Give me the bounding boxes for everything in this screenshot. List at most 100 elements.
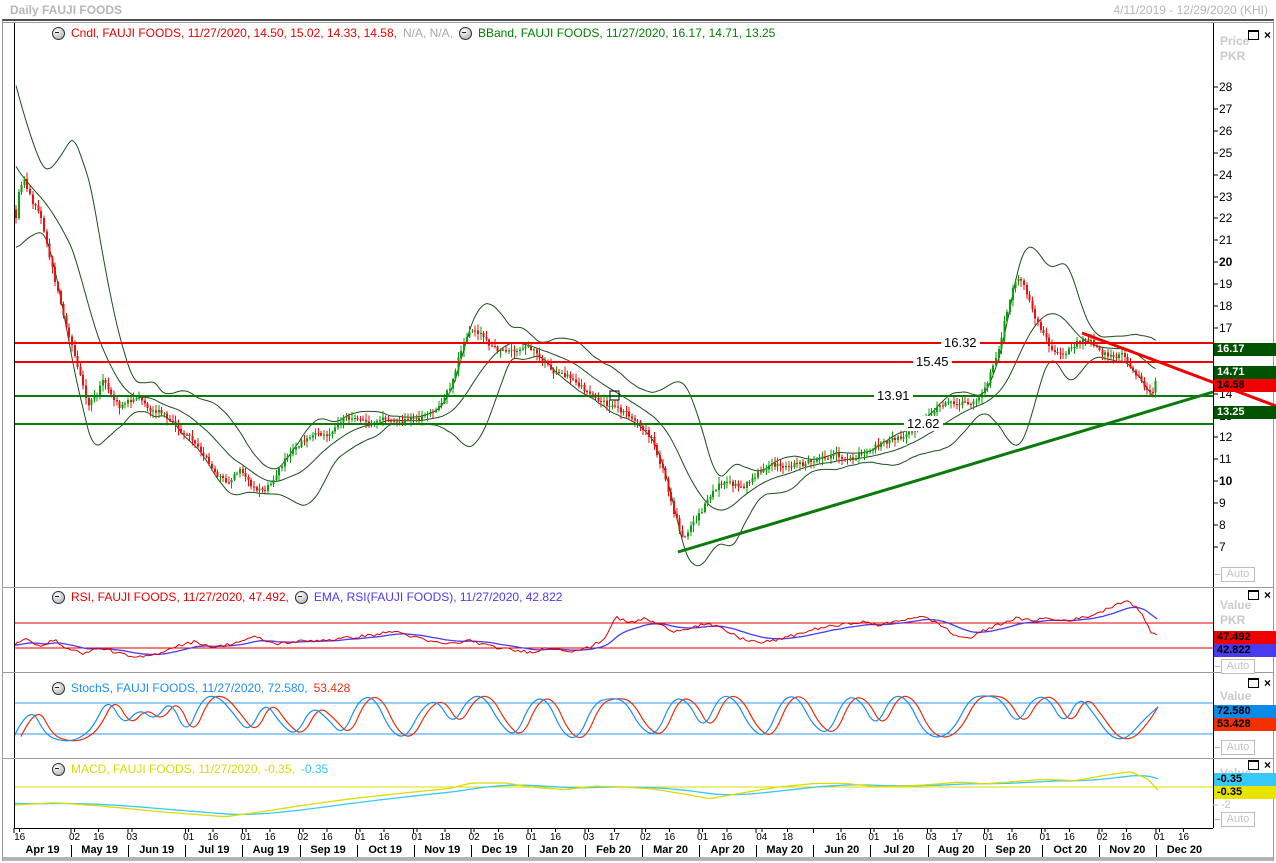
candles	[15, 172, 1157, 540]
rsi-axis-title: Value	[1220, 598, 1252, 612]
month-label: Sep 20	[995, 844, 1031, 856]
day-tick-label: 16	[549, 832, 562, 843]
day-tick-label: 01	[183, 832, 195, 843]
bband-legend-text[interactable]: BBand, FAUJI FOODS, 11/27/2020, 16.17, 1…	[478, 26, 775, 40]
macd-panel-window-buttons: ×	[1248, 759, 1271, 771]
day-tick-label: 16	[492, 832, 504, 843]
main-chart-legend: Cndl, FAUJI FOODS, 11/27/2020, 14.50, 15…	[52, 26, 775, 40]
rsi-ema-value-box: 42.822	[1214, 644, 1276, 657]
window-titlebar[interactable]: Daily FAUJI FOODS 4/11/2019 - 12/29/2020…	[0, 0, 1276, 19]
rsi-axis-auto-button[interactable]: Auto	[1215, 659, 1255, 674]
main-axis-auto-button[interactable]: Auto	[1215, 567, 1255, 582]
close-icon[interactable]: ×	[1264, 759, 1271, 771]
month-label: Dec 19	[481, 844, 518, 856]
month-label: Aug 19	[252, 844, 290, 856]
close-icon[interactable]: ×	[1264, 677, 1271, 689]
price-tick-label: 23	[1219, 190, 1233, 204]
month-label: Apr 19	[25, 844, 60, 856]
macd-legend-last-value: -0.35	[300, 762, 329, 776]
day-tick-label: 16	[664, 832, 676, 843]
bband-upper-value-box: 16.17	[1214, 343, 1276, 356]
stoch-axis-title: Value	[1220, 689, 1252, 703]
month-label: Oct 19	[368, 844, 402, 856]
indicator-clock-icon[interactable]	[52, 26, 65, 40]
maximize-icon[interactable]	[1248, 678, 1259, 688]
indicator-clock-icon[interactable]	[294, 590, 308, 604]
stoch-legend-text[interactable]: StochS, FAUJI FOODS, 11/27/2020, 72.580,	[71, 681, 308, 695]
main-panel-window-buttons: ×	[1248, 29, 1271, 41]
indicator-clock-icon[interactable]	[52, 590, 65, 604]
maximize-icon[interactable]	[1248, 760, 1259, 770]
day-tick-label: 16	[1006, 832, 1018, 843]
day-tick-label: 01	[1039, 832, 1051, 843]
month-label: Jan 20	[539, 844, 574, 856]
day-tick-label: 16	[721, 832, 733, 843]
rsi-ema-legend-text[interactable]: EMA, RSI(FAUJI FOODS), 11/27/2020, 42.82…	[314, 590, 563, 604]
day-tick-label: 16	[835, 832, 847, 843]
day-tick-label: 18	[781, 832, 794, 843]
rsi-legend-text[interactable]: RSI, FAUJI FOODS, 11/27/2020, 47.492,	[71, 590, 289, 604]
bband-lower-value-box: 13.25	[1214, 406, 1276, 419]
support-resistance-lines[interactable]	[14, 342, 1213, 425]
day-tick-label: 17	[608, 832, 620, 843]
month-label: Jul 20	[883, 844, 915, 856]
price-tick-label: 21	[1219, 233, 1233, 247]
month-label: Oct 20	[1053, 844, 1088, 856]
price-tick-label: 10	[1219, 474, 1233, 488]
month-label: Feb 20	[596, 844, 631, 856]
indicator-clock-icon[interactable]	[459, 26, 472, 40]
day-tick-label: 01	[697, 832, 709, 843]
candle-legend-na-text: N/A, N/A,	[402, 26, 453, 40]
indicator-clock-icon[interactable]	[52, 681, 65, 695]
maximize-icon[interactable]	[1248, 30, 1259, 40]
day-tick-label: 02	[639, 832, 652, 843]
rsi-plot	[14, 600, 1213, 658]
day-tick-label: 03	[583, 832, 595, 843]
month-label: Jun 19	[139, 844, 175, 856]
close-icon[interactable]: ×	[1264, 29, 1271, 41]
maximize-icon[interactable]	[1248, 590, 1259, 600]
stoch-legend-last-value: 53.428	[313, 681, 351, 695]
month-label: Jul 19	[198, 844, 230, 856]
price-tick-label: 26	[1219, 124, 1233, 138]
day-tick-label: 04	[756, 832, 768, 843]
price-tick-label: 17	[1219, 321, 1233, 335]
day-tick-label: 16	[264, 832, 276, 843]
close-icon[interactable]: ×	[1264, 589, 1271, 601]
price-tick-label: 22	[1219, 211, 1233, 225]
macd-legend-text[interactable]: MACD, FAUJI FOODS, 11/27/2020, -0.35,	[71, 762, 295, 776]
month-label: Apr 20	[710, 844, 745, 856]
day-tick-label: 16	[1063, 832, 1075, 843]
day-tick-label: 01	[1153, 832, 1165, 843]
month-label: Nov 20	[1109, 844, 1146, 856]
stoch-axis-auto-button[interactable]: Auto	[1215, 740, 1255, 755]
day-tick-label: 03	[925, 832, 937, 843]
month-label: May 20	[766, 844, 804, 856]
day-tick-label: 16	[378, 832, 390, 843]
month-label: Aug 20	[937, 844, 975, 856]
day-tick-label: 16	[1120, 832, 1132, 843]
day-tick-label: 01	[411, 832, 423, 843]
stoch-legend: StochS, FAUJI FOODS, 11/27/2020, 72.580,…	[52, 681, 350, 695]
indicator-clock-icon[interactable]	[52, 762, 65, 776]
level-label[interactable]: 12.62	[904, 416, 943, 431]
bottom-scroll-strip	[3, 857, 1273, 861]
day-tick-label: 01	[240, 832, 252, 843]
month-label: Mar 20	[653, 844, 688, 856]
day-tick-label: 18	[439, 832, 451, 843]
stoch-panel-window-buttons: ×	[1248, 677, 1271, 689]
macd-axis-tick-label: -2	[1221, 799, 1231, 811]
day-tick-label: 16	[207, 832, 219, 843]
price-tick-label: 19	[1219, 277, 1233, 291]
level-label[interactable]: 16.32	[941, 335, 980, 350]
rsi-axis-currency: PKR	[1220, 613, 1246, 627]
day-tick-label: 16	[93, 832, 105, 843]
price-tick-label: 11	[1219, 452, 1232, 466]
chart-canvas[interactable]	[0, 0, 1276, 863]
level-label[interactable]: 13.91	[874, 388, 913, 403]
macd-axis-auto-button[interactable]: Auto	[1215, 812, 1255, 827]
level-label[interactable]: 15.45	[913, 354, 952, 369]
macd-value-box: -0.35	[1214, 773, 1276, 786]
candle-legend-text[interactable]: Cndl, FAUJI FOODS, 11/27/2020, 14.50, 15…	[71, 26, 397, 40]
rsi-value-box: 47.492	[1214, 631, 1276, 644]
